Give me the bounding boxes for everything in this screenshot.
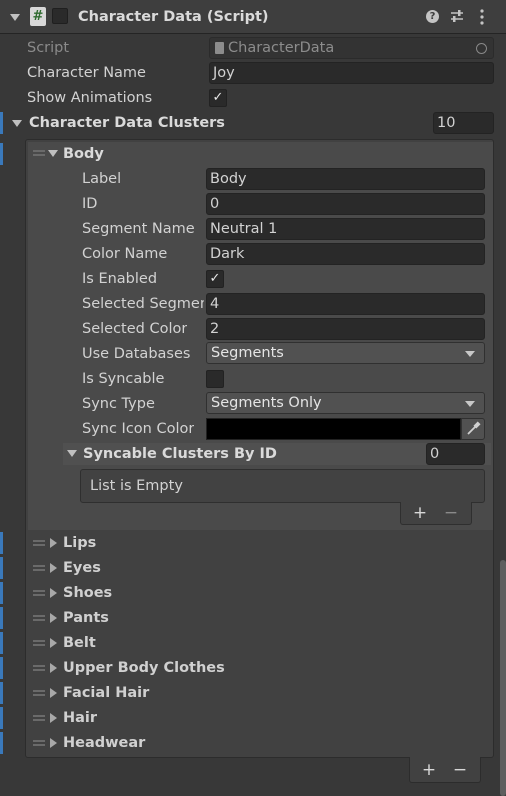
modified-indicator bbox=[0, 607, 3, 629]
component-enabled-checkbox[interactable] bbox=[52, 8, 68, 24]
modified-indicator bbox=[0, 112, 3, 134]
modified-indicator bbox=[0, 582, 3, 604]
modified-indicator bbox=[0, 557, 3, 579]
remove-element-button[interactable]: − bbox=[450, 759, 470, 781]
sync-type-label: Sync Type bbox=[82, 396, 155, 412]
dropdown-arrow-icon bbox=[465, 401, 475, 407]
list-item-shoes[interactable]: Shoes bbox=[63, 582, 112, 604]
syncable-remove-button[interactable]: − bbox=[441, 502, 461, 524]
drag-handle-icon[interactable] bbox=[33, 665, 45, 671]
character-name-label: Character Name bbox=[27, 65, 146, 81]
segment-name-label: Segment Name bbox=[82, 221, 195, 237]
kebab-menu-icon[interactable] bbox=[478, 9, 486, 25]
modified-indicator bbox=[0, 632, 3, 654]
drag-handle-icon[interactable] bbox=[33, 565, 45, 571]
modified-indicator bbox=[0, 532, 3, 554]
show-animations-label: Show Animations bbox=[27, 90, 153, 106]
drag-handle-icon[interactable] bbox=[33, 590, 45, 596]
selected-segment-input[interactable]: 4 bbox=[206, 293, 485, 315]
show-animations-checkbox[interactable]: ✓ bbox=[209, 89, 227, 107]
help-icon[interactable]: ? bbox=[426, 10, 439, 23]
expand-arrow-icon[interactable] bbox=[50, 663, 57, 673]
clusters-label[interactable]: Character Data Clusters bbox=[29, 112, 225, 134]
collapse-arrow-icon[interactable] bbox=[10, 14, 20, 21]
dropdown-arrow-icon bbox=[465, 351, 475, 357]
script-file-icon bbox=[215, 42, 224, 54]
id-input[interactable]: 0 bbox=[206, 193, 485, 215]
expand-arrow-icon[interactable] bbox=[50, 713, 57, 723]
syncable-add-button[interactable]: + bbox=[410, 502, 430, 524]
body-foldout-arrow-icon[interactable] bbox=[48, 150, 58, 157]
color-name-label: Color Name bbox=[82, 246, 168, 262]
color-name-input[interactable]: Dark bbox=[206, 243, 485, 265]
scrollbar-thumb[interactable] bbox=[500, 560, 506, 796]
syncable-clusters-label[interactable]: Syncable Clusters By ID bbox=[83, 443, 277, 465]
modified-indicator bbox=[0, 682, 3, 704]
modified-indicator bbox=[0, 707, 3, 729]
sync-icon-color-label: Sync Icon Color bbox=[82, 421, 195, 437]
selected-segment-label: Selected Segment bbox=[82, 296, 204, 312]
selected-color-label: Selected Color bbox=[82, 321, 188, 337]
expand-arrow-icon[interactable] bbox=[50, 588, 57, 598]
drag-handle-icon[interactable] bbox=[33, 640, 45, 646]
script-value: CharacterData bbox=[228, 40, 335, 56]
list-item-belt[interactable]: Belt bbox=[63, 632, 96, 654]
sync-type-value: Segments Only bbox=[211, 395, 322, 411]
drag-handle-icon[interactable] bbox=[33, 150, 45, 156]
drag-handle-icon[interactable] bbox=[33, 715, 45, 721]
label-label: Label bbox=[82, 171, 122, 187]
modified-indicator bbox=[0, 732, 3, 754]
drag-handle-icon[interactable] bbox=[33, 740, 45, 746]
list-item-headwear[interactable]: Headwear bbox=[63, 732, 145, 754]
script-label: Script bbox=[27, 40, 70, 56]
drag-handle-icon[interactable] bbox=[33, 690, 45, 696]
list-empty-text: List is Empty bbox=[90, 478, 183, 494]
expand-arrow-icon[interactable] bbox=[50, 538, 57, 548]
use-databases-value: Segments bbox=[211, 345, 284, 361]
sync-type-dropdown[interactable]: Segments Only bbox=[206, 392, 485, 414]
presets-sliders-icon[interactable] bbox=[450, 9, 464, 23]
list-item-lips[interactable]: Lips bbox=[63, 532, 96, 554]
is-enabled-label: Is Enabled bbox=[82, 271, 158, 287]
script-object-field: CharacterData bbox=[209, 37, 494, 59]
segment-name-input[interactable]: Neutral 1 bbox=[206, 218, 485, 240]
add-element-button[interactable]: + bbox=[419, 759, 439, 781]
expand-arrow-icon[interactable] bbox=[50, 738, 57, 748]
drag-handle-icon[interactable] bbox=[33, 540, 45, 546]
clusters-foldout-arrow-icon[interactable] bbox=[12, 120, 22, 127]
selected-color-input[interactable]: 2 bbox=[206, 318, 485, 340]
modified-indicator bbox=[0, 657, 3, 679]
expand-arrow-icon[interactable] bbox=[50, 688, 57, 698]
clusters-size-input[interactable]: 10 bbox=[433, 112, 494, 134]
expand-arrow-icon[interactable] bbox=[50, 638, 57, 648]
expand-arrow-icon[interactable] bbox=[50, 563, 57, 573]
body-element-title[interactable]: Body bbox=[63, 143, 104, 165]
eyedropper-icon bbox=[467, 421, 481, 435]
list-item-eyes[interactable]: Eyes bbox=[63, 557, 101, 579]
object-picker-icon bbox=[476, 43, 487, 54]
use-databases-dropdown[interactable]: Segments bbox=[206, 342, 485, 364]
modified-indicator bbox=[0, 143, 3, 165]
list-item-pants[interactable]: Pants bbox=[63, 607, 109, 629]
label-input[interactable]: Body bbox=[206, 168, 485, 190]
character-name-input[interactable]: Joy bbox=[209, 62, 494, 84]
expand-arrow-icon[interactable] bbox=[50, 613, 57, 623]
script-icon: # bbox=[30, 7, 46, 26]
use-databases-label: Use Databases bbox=[82, 346, 191, 362]
sync-icon-color-swatch[interactable] bbox=[206, 418, 461, 440]
drag-handle-icon[interactable] bbox=[33, 615, 45, 621]
syncable-size-input[interactable]: 0 bbox=[426, 443, 485, 465]
is-syncable-label: Is Syncable bbox=[82, 371, 165, 387]
is-syncable-checkbox[interactable] bbox=[206, 370, 224, 388]
list-item-facial-hair[interactable]: Facial Hair bbox=[63, 682, 149, 704]
component-title: Character Data (Script) bbox=[78, 9, 269, 25]
is-enabled-checkbox[interactable]: ✓ bbox=[206, 270, 224, 288]
syncable-foldout-arrow-icon[interactable] bbox=[67, 450, 77, 457]
list-item-upper-body-clothes[interactable]: Upper Body Clothes bbox=[63, 657, 225, 679]
list-item-hair[interactable]: Hair bbox=[63, 707, 97, 729]
id-label: ID bbox=[82, 196, 98, 212]
eyedropper-button[interactable] bbox=[461, 418, 485, 440]
